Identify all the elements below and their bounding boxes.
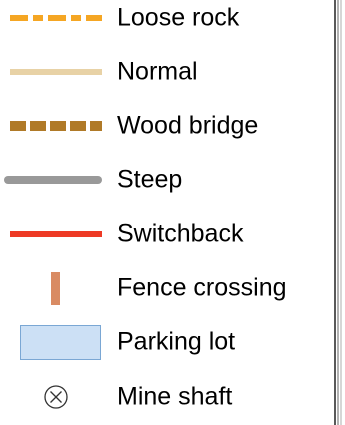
normal-line-icon [10, 45, 102, 99]
legend-item-parking-lot: Parking lot [0, 315, 330, 369]
mine-shaft-icon [10, 370, 102, 424]
legend-item-loose-rock: Loose rock [0, 0, 330, 45]
legend-item-fence-crossing: Fence crossing [0, 261, 330, 315]
legend-label: Switchback [117, 219, 244, 248]
legend-label: Mine shaft [117, 382, 233, 411]
wood-bridge-line-icon [10, 99, 102, 153]
legend-label: Normal [117, 57, 198, 86]
legend-item-steep: Steep [0, 153, 330, 207]
legend-label: Fence crossing [117, 273, 287, 302]
map-legend: Loose rock Normal Wood bridge Steep Swit… [0, 0, 345, 425]
loose-rock-line-icon [10, 0, 102, 45]
legend-label: Steep [117, 165, 183, 194]
parking-lot-area-icon [10, 315, 102, 369]
legend-label: Loose rock [117, 3, 240, 32]
fence-crossing-marker-icon [10, 261, 102, 315]
map-frame-edge [333, 0, 345, 425]
legend-item-switchback: Switchback [0, 207, 330, 261]
legend-item-mine-shaft: Mine shaft [0, 370, 330, 424]
legend-item-normal: Normal [0, 45, 330, 99]
legend-label: Parking lot [117, 327, 236, 356]
steep-line-icon [4, 153, 102, 207]
switchback-line-icon [10, 207, 102, 261]
legend-label: Wood bridge [117, 111, 259, 140]
legend-item-wood-bridge: Wood bridge [0, 99, 330, 153]
